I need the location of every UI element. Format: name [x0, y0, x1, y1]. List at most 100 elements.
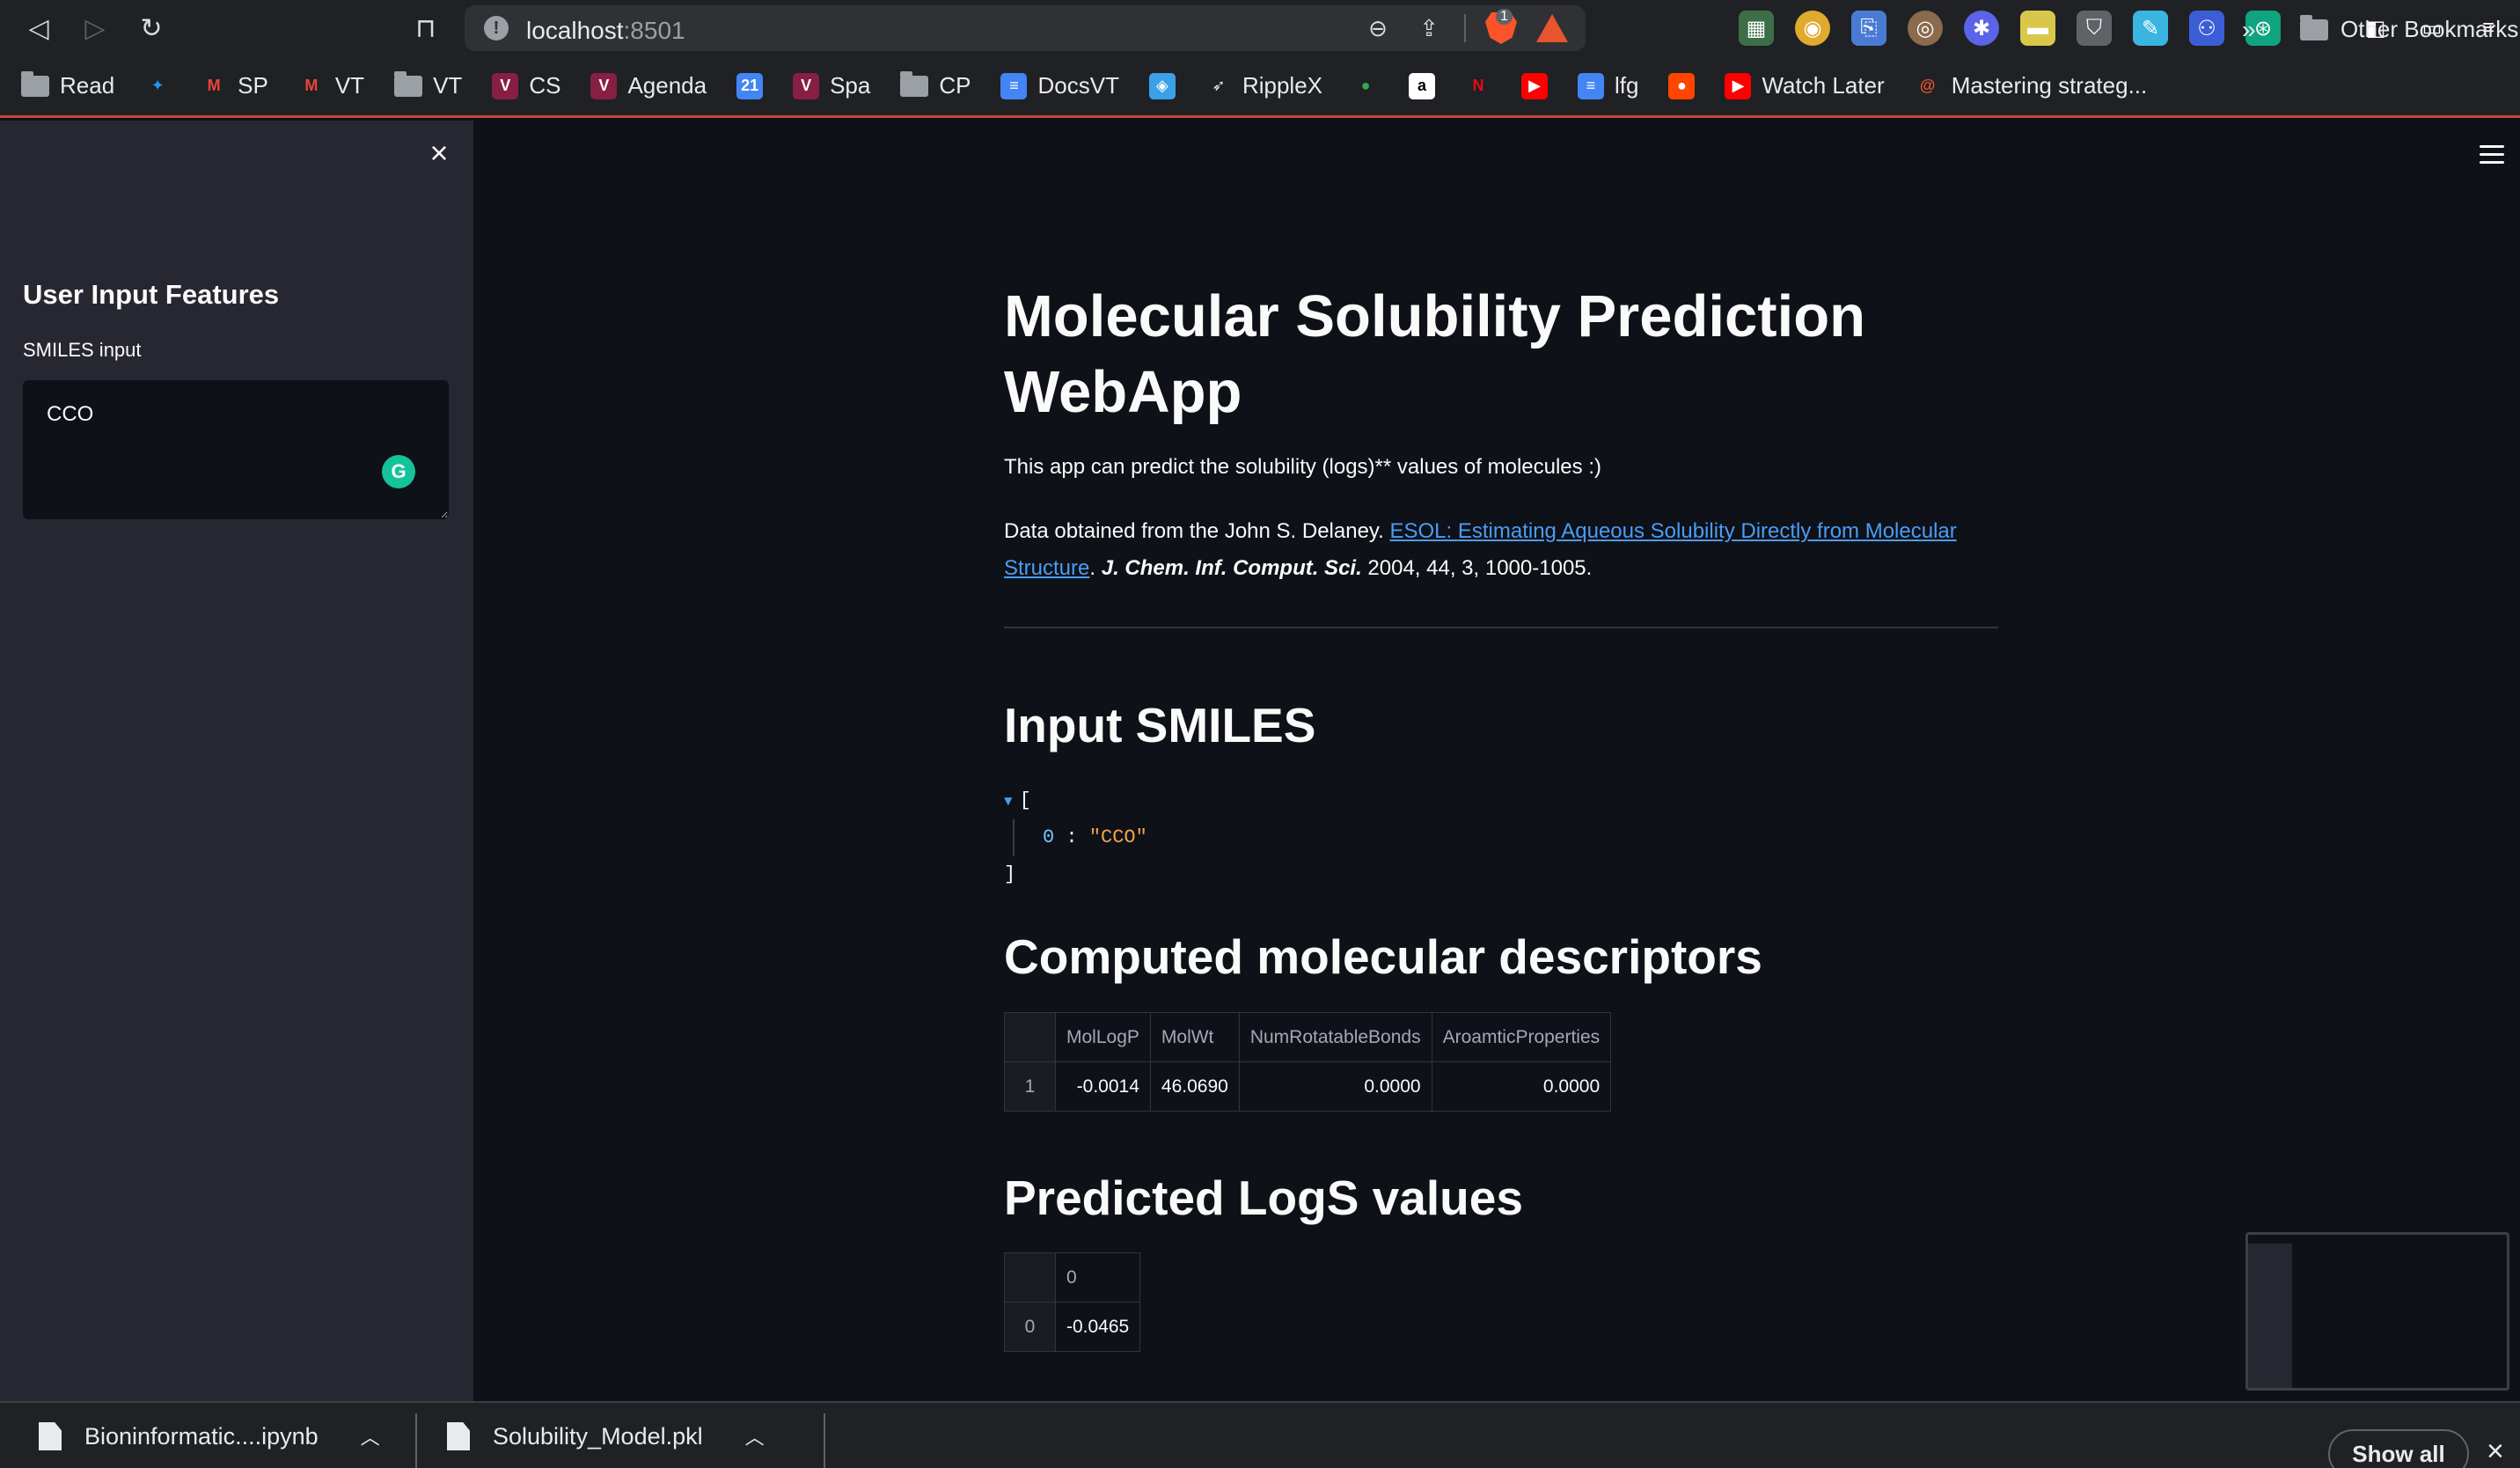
bookmark-item[interactable]: ≡ DocsVT	[1000, 72, 1119, 99]
url-text[interactable]: localhost:8501	[526, 17, 685, 45]
folder-icon	[2300, 14, 2328, 40]
bookmark-label: Watch Later	[1762, 72, 1885, 99]
divider	[415, 1413, 417, 1468]
grammarly-icon[interactable]: G	[382, 455, 415, 488]
brave-rewards-icon[interactable]	[1536, 14, 1568, 42]
predicted-table[interactable]: 0 0 -0.0465	[1004, 1252, 1141, 1352]
app-menu-icon[interactable]	[2480, 145, 2504, 166]
chevron-up-icon[interactable]: ︿	[745, 1422, 765, 1450]
reddit-icon: ●	[1668, 72, 1696, 99]
main-content: Molecular Solubility Prediction WebApp T…	[473, 121, 2520, 1401]
vt-icon: V	[590, 72, 618, 99]
youtube-icon: ▶	[1725, 72, 1752, 99]
ref-sep: .	[1089, 556, 1102, 580]
bookmark-item[interactable]: ✦	[144, 73, 171, 99]
bookmark-label: VT	[334, 72, 365, 99]
table-row: 1 -0.0014 46.0690 0.0000 0.0000	[1004, 1061, 1612, 1112]
table-cell[interactable]: -0.0014	[1055, 1061, 1151, 1112]
forward-icon[interactable]: ▷	[76, 9, 114, 48]
predicted-heading: Predicted LogS values	[1004, 1171, 1523, 1225]
bookmark-item[interactable]: ◈	[1148, 72, 1176, 99]
bookmark-label: CS	[529, 72, 561, 99]
divider	[824, 1413, 825, 1468]
json-item: 0 : "CCO"	[1004, 819, 1147, 856]
bookmark-item[interactable]: ▶	[1521, 72, 1549, 99]
reload-icon[interactable]: ↻	[132, 9, 171, 48]
chevron-up-icon[interactable]: ︿	[361, 1422, 380, 1450]
json-index: 0	[1043, 826, 1055, 848]
graph-extension-icon[interactable]: ⚇	[2189, 11, 2224, 46]
smiles-input[interactable]: CCO	[23, 380, 449, 519]
download-item[interactable]: Solubility_Model.pkl ︿	[447, 1403, 765, 1468]
shield-extension-icon[interactable]: ⛉	[2077, 11, 2112, 46]
site-info-icon[interactable]: !	[484, 16, 509, 40]
bookmark-item[interactable]: ≡ lfg	[1578, 72, 1638, 99]
downloads-bar: Bioninformatic....ipynb ︿ Solubility_Mod…	[0, 1401, 2520, 1468]
pen-extension-icon[interactable]: ✎	[2133, 11, 2168, 46]
bookmark-label: Agenda	[627, 72, 707, 99]
bookmark-icon[interactable]: ⊓	[407, 9, 445, 48]
bookmark-item[interactable]: VT	[394, 70, 462, 99]
bookmark-item[interactable]: V Agenda	[590, 72, 707, 99]
column-header[interactable]: NumRotatableBonds	[1238, 1012, 1432, 1062]
column-header[interactable]: AroamticProperties	[1431, 1012, 1612, 1062]
show-all-button[interactable]: Show all	[2328, 1429, 2469, 1468]
json-viewer: ▼[ 0 : "CCO" ]	[1004, 782, 1147, 893]
column-header[interactable]: 0	[1054, 1252, 1141, 1303]
bookmark-item[interactable]: V Spa	[793, 72, 870, 99]
other-bookmarks[interactable]: Other Bookmarks	[2300, 14, 2518, 43]
download-filename: Solubility_Model.pkl	[493, 1422, 703, 1450]
table-corner	[1004, 1012, 1056, 1062]
bookmark-item[interactable]: N	[1465, 73, 1491, 99]
bookmark-item[interactable]: CP	[900, 70, 971, 99]
close-downloads-icon[interactable]: ×	[2487, 1435, 2504, 1468]
row-index: 1	[1004, 1061, 1056, 1112]
table-cell[interactable]: 46.0690	[1149, 1061, 1240, 1112]
calendar-extension-icon[interactable]: ▦	[1739, 11, 1774, 46]
file-icon	[39, 1422, 62, 1450]
bookmark-item[interactable]: a	[1409, 72, 1436, 99]
back-icon[interactable]: ◁	[19, 9, 58, 48]
bookmark-item[interactable]: Read	[21, 70, 114, 99]
rocket-icon: ➶	[1212, 77, 1226, 94]
bookmark-item[interactable]: ▶ Watch Later	[1725, 72, 1885, 99]
table-cell[interactable]: 0.0000	[1431, 1061, 1612, 1112]
bookmark-item[interactable]: @ Mastering strateg...	[1915, 72, 2147, 99]
owl-extension-icon[interactable]: ◎	[1908, 11, 1943, 46]
bookmark-item[interactable]: ➶ RippleX	[1205, 72, 1322, 99]
collapse-caret-icon[interactable]: ▼	[1004, 794, 1013, 810]
bookmark-item[interactable]: ●	[1352, 73, 1379, 99]
download-item[interactable]: Bioninformatic....ipynb ︿	[39, 1403, 380, 1468]
close-sidebar-icon[interactable]: ×	[424, 137, 454, 169]
bookmark-item[interactable]: V CS	[492, 72, 560, 99]
address-bar[interactable]: ! localhost:8501 ⊖ ⇪	[465, 5, 1586, 51]
share-icon[interactable]: ⇪	[1413, 12, 1445, 44]
column-header[interactable]: MolLogP	[1055, 1012, 1151, 1062]
descriptors-table[interactable]: MolLogP MolWt NumRotatableBonds Aroamtic…	[1004, 1012, 1612, 1112]
sidebar-title: User Input Features	[23, 279, 280, 310]
bookmark-item[interactable]: ●	[1668, 72, 1696, 99]
zoom-icon[interactable]: ⊖	[1362, 12, 1394, 44]
amazon-icon: a	[1409, 72, 1436, 99]
divider	[1004, 627, 1998, 628]
chrome-extension-icon[interactable]: ◉	[1795, 11, 1830, 46]
table-cell[interactable]: -0.0465	[1054, 1302, 1141, 1352]
notes-extension-icon[interactable]: ▬	[2020, 11, 2055, 46]
window-preview-thumbnail[interactable]	[2245, 1232, 2509, 1391]
extension-icon: ◈	[1148, 72, 1176, 99]
table-cell[interactable]: 0.0000	[1238, 1061, 1432, 1112]
bookmark-item[interactable]: 21	[736, 72, 764, 99]
snowflake-extension-icon[interactable]: ✱	[1964, 11, 1999, 46]
bookmark-item[interactable]: M SP	[201, 72, 268, 99]
youtube-icon: ▶	[1521, 72, 1549, 99]
vt-icon: V	[793, 72, 820, 99]
bookmark-item[interactable]: M VT	[298, 72, 364, 99]
app-description: This app can predict the solubility (log…	[1004, 455, 1601, 479]
column-header[interactable]: MolWt	[1149, 1012, 1240, 1062]
json-open-bracket: [	[1019, 789, 1031, 811]
bookmark-label: CP	[939, 72, 971, 99]
page-title: Molecular Solubility Prediction WebApp	[1004, 283, 1866, 425]
spiral-icon: @	[1919, 77, 1936, 94]
bookmarks-overflow-button[interactable]: »	[2242, 16, 2256, 44]
translate-extension-icon[interactable]: ⎘	[1851, 11, 1886, 46]
